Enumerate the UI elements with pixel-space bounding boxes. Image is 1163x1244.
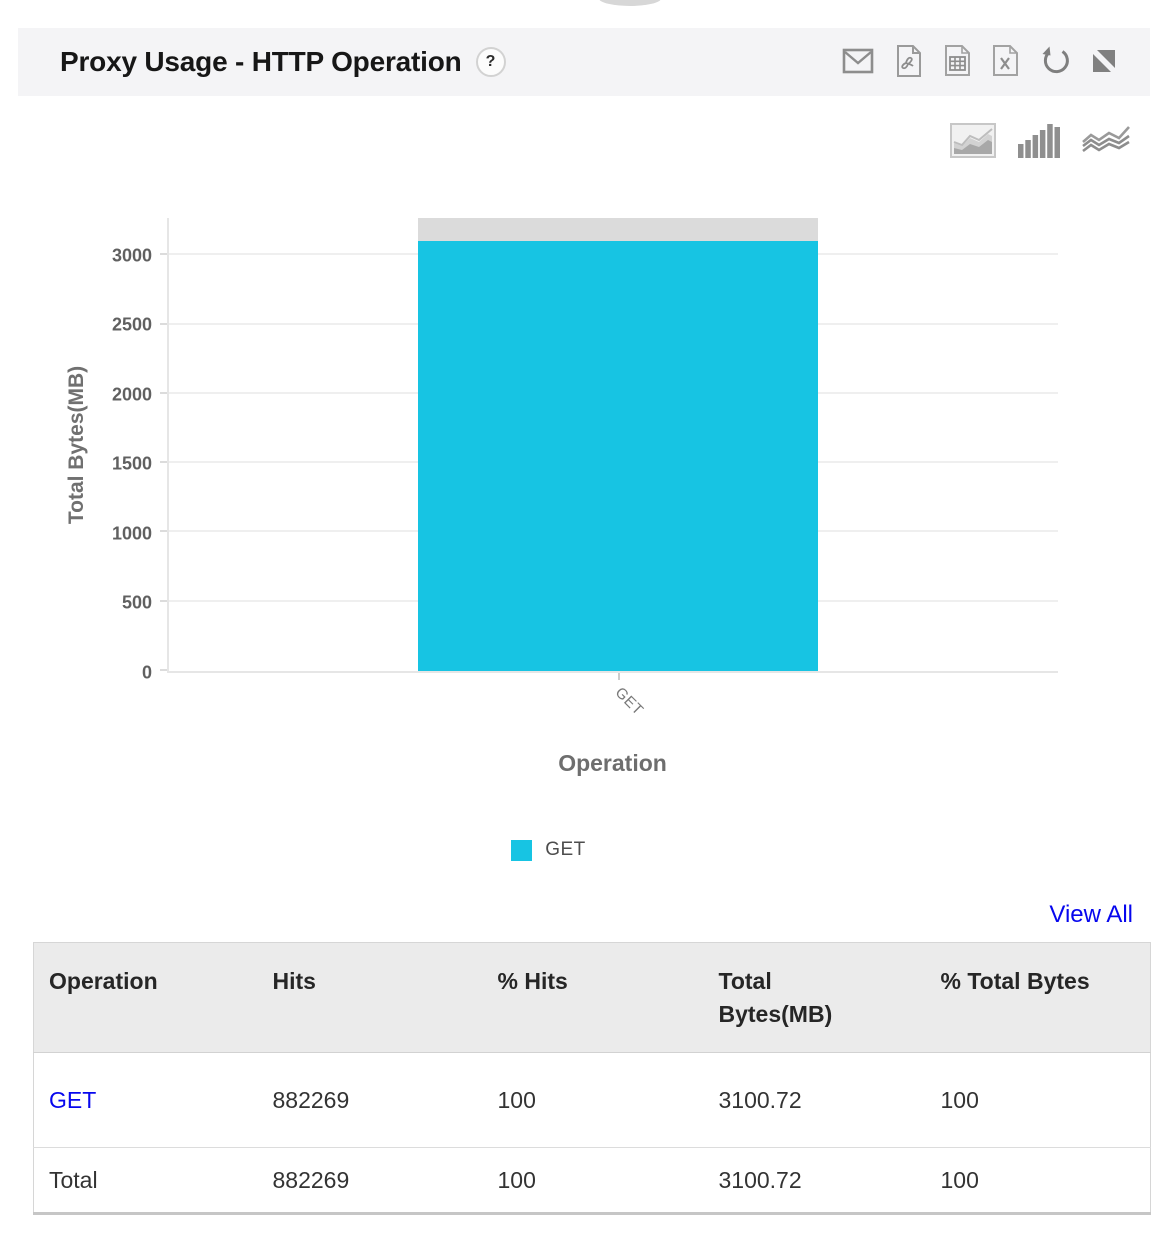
y-axis-tickmark xyxy=(160,253,167,256)
y-axis-tick: 1000 xyxy=(111,523,152,544)
y-axis-tickmark xyxy=(160,599,167,602)
operation-get-link[interactable]: GET xyxy=(49,1087,96,1113)
column-header-hits: Hits xyxy=(257,942,483,1053)
legend-label-get[interactable]: GET xyxy=(545,839,586,861)
pdf-file-icon xyxy=(895,44,923,80)
y-axis-tickmark xyxy=(160,530,167,533)
y-axis-tick: 3000 xyxy=(111,245,152,266)
table-row-total: Total 882269 100 3100.72 100 xyxy=(33,1147,1151,1214)
email-button[interactable] xyxy=(842,48,874,77)
cell-total-bytes: 3100.72 xyxy=(703,1052,926,1148)
area-chart-button[interactable] xyxy=(950,122,996,161)
column-header-pct-hits: % Hits xyxy=(482,942,704,1053)
y-axis-tickmark xyxy=(160,461,167,464)
cell-total-bytes: 3100.72 xyxy=(703,1147,926,1214)
y-axis-tickmark xyxy=(160,322,167,325)
envelope-icon xyxy=(842,48,874,77)
column-header-total-bytes: Total Bytes(MB) xyxy=(703,942,926,1053)
csv-file-icon xyxy=(944,45,971,79)
refresh-button[interactable] xyxy=(1040,45,1072,80)
widget-header: Proxy Usage - HTTP Operation ? xyxy=(18,28,1150,96)
chart-type-toolbar xyxy=(950,122,1130,161)
bar-get[interactable] xyxy=(417,218,818,671)
bar-remainder xyxy=(417,218,818,242)
column-header-operation: Operation xyxy=(33,942,258,1053)
help-button[interactable]: ? xyxy=(475,47,506,77)
bar-fill xyxy=(417,241,818,671)
widget-drag-handle[interactable] xyxy=(599,0,661,6)
proxy-usage-table: Operation Hits % Hits Total Bytes(MB) % … xyxy=(33,942,1151,1215)
area-chart-icon xyxy=(950,122,996,161)
y-axis-tick: 2000 xyxy=(111,384,152,405)
bar-chart-icon xyxy=(1018,124,1060,161)
cell-pct-total-bytes: 100 xyxy=(925,1147,1151,1214)
excel-file-icon xyxy=(992,45,1019,79)
expand-icon xyxy=(1093,49,1115,75)
plot-area xyxy=(160,218,1058,680)
cell-hits: 882269 xyxy=(257,1147,483,1214)
proxy-usage-widget: Proxy Usage - HTTP Operation ? Total Byt… xyxy=(0,0,1163,1244)
x-axis-tickmark xyxy=(617,673,620,680)
cell-pct-hits: 100 xyxy=(482,1147,704,1214)
chart-legend: GET xyxy=(0,839,1130,861)
x-axis-tick-get: GET xyxy=(611,684,647,719)
table-row: GET 882269 100 3100.72 100 xyxy=(33,1052,1151,1148)
line-chart-button[interactable] xyxy=(1082,125,1130,158)
y-axis-ticks: 0 500 1000 1500 2000 2500 3000 xyxy=(80,218,152,682)
export-excel-button[interactable] xyxy=(992,45,1019,79)
y-axis-tick: 1500 xyxy=(111,453,152,474)
x-axis-title: Operation xyxy=(558,750,667,776)
y-axis-tickmark xyxy=(160,669,167,671)
page-title: Proxy Usage - HTTP Operation xyxy=(60,46,462,77)
cell-hits: 882269 xyxy=(257,1052,483,1148)
table-header-row: Operation Hits % Hits Total Bytes(MB) % … xyxy=(33,942,1151,1053)
export-pdf-button[interactable] xyxy=(895,44,923,80)
cell-operation: Total xyxy=(33,1147,258,1214)
refresh-icon xyxy=(1040,45,1072,80)
cell-pct-hits: 100 xyxy=(482,1052,704,1148)
view-all-link[interactable]: View All xyxy=(1049,901,1133,929)
y-axis-tick: 500 xyxy=(121,592,152,613)
header-actions xyxy=(842,44,1115,80)
expand-button[interactable] xyxy=(1093,49,1115,75)
cell-operation: GET xyxy=(33,1052,258,1148)
legend-swatch-get[interactable] xyxy=(511,839,533,861)
y-axis-tick: 0 xyxy=(141,662,152,683)
y-axis-tick: 2500 xyxy=(111,314,152,335)
y-axis-tickmark xyxy=(160,391,167,394)
line-chart-icon xyxy=(1082,126,1130,158)
cell-pct-total-bytes: 100 xyxy=(925,1052,1151,1148)
bar-chart-button[interactable] xyxy=(1018,122,1060,161)
column-header-pct-total-bytes: % Total Bytes xyxy=(925,942,1151,1053)
export-csv-button[interactable] xyxy=(944,45,971,79)
